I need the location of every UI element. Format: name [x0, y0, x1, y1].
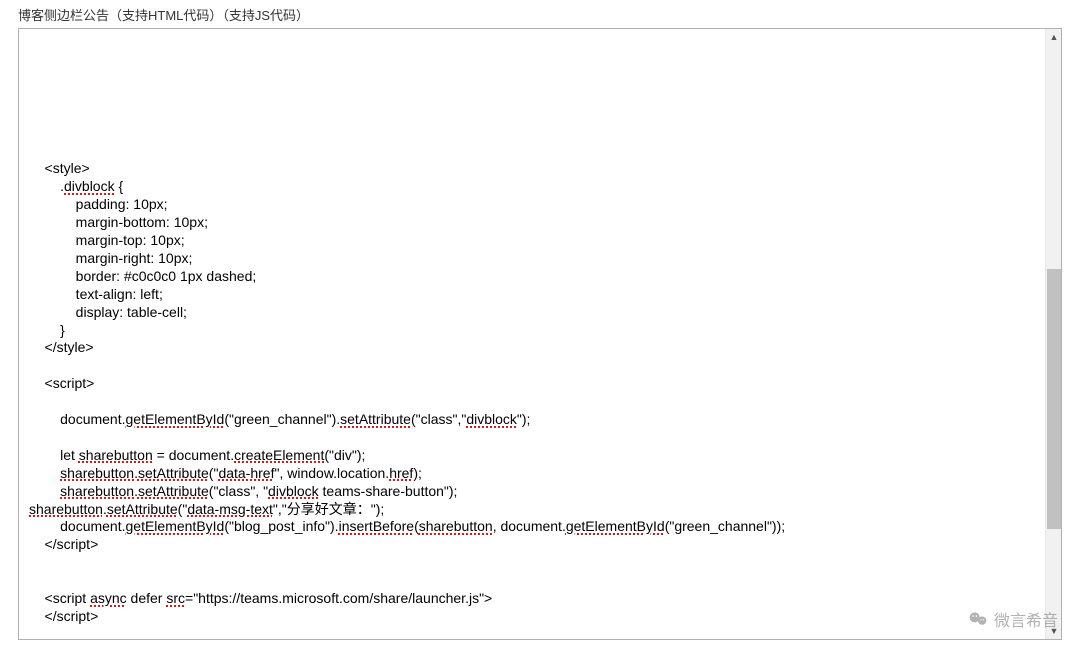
code-line: border: #c0c0c0 1px dashed; [29, 268, 256, 284]
code-line: display: table-cell; [29, 304, 187, 320]
scroll-up-button[interactable]: ▲ [1046, 29, 1062, 45]
code-line: margin-bottom: 10px; [29, 214, 208, 230]
code-line: margin-right: 10px; [29, 250, 192, 266]
code-line: text-align: left; [29, 286, 163, 302]
code-line: margin-top: 10px; [29, 232, 185, 248]
code-line: sharebutton.setAttribute("data-href", wi… [29, 465, 422, 481]
watermark: 微言希音 [968, 607, 1058, 631]
scrollbar-vertical[interactable]: ▲ ▼ [1045, 29, 1061, 639]
wechat-icon [968, 609, 988, 629]
code-line: padding: 10px; [29, 196, 168, 212]
field-label: 博客侧边栏公告（支持HTML代码）（支持JS代码） [0, 0, 1080, 28]
watermark-text: 微言希音 [994, 607, 1058, 631]
code-editor[interactable]: <style> .divblock { padding: 10px; margi… [19, 29, 1045, 639]
code-line: </script> [29, 608, 98, 624]
code-line: } [29, 322, 65, 338]
code-line: document.getElementById("green_channel")… [29, 411, 530, 427]
code-line: </style> [29, 339, 94, 355]
code-line: sharebutton.setAttribute("class", "divbl… [29, 483, 457, 499]
code-line: </script> [29, 536, 98, 552]
scroll-thumb[interactable] [1047, 269, 1061, 529]
code-line: <script async defer src="https://teams.m… [29, 590, 492, 606]
code-line: let sharebutton = document.createElement… [29, 447, 365, 463]
code-line: document.getElementById("blog_post_info"… [29, 518, 785, 534]
code-line: .divblock { [29, 178, 123, 194]
code-line: <script> [29, 375, 94, 391]
code-editor-container: <style> .divblock { padding: 10px; margi… [18, 28, 1062, 640]
code-line: sharebutton.setAttribute("data-msg-text"… [29, 501, 384, 517]
code-line: <style> [29, 160, 90, 176]
